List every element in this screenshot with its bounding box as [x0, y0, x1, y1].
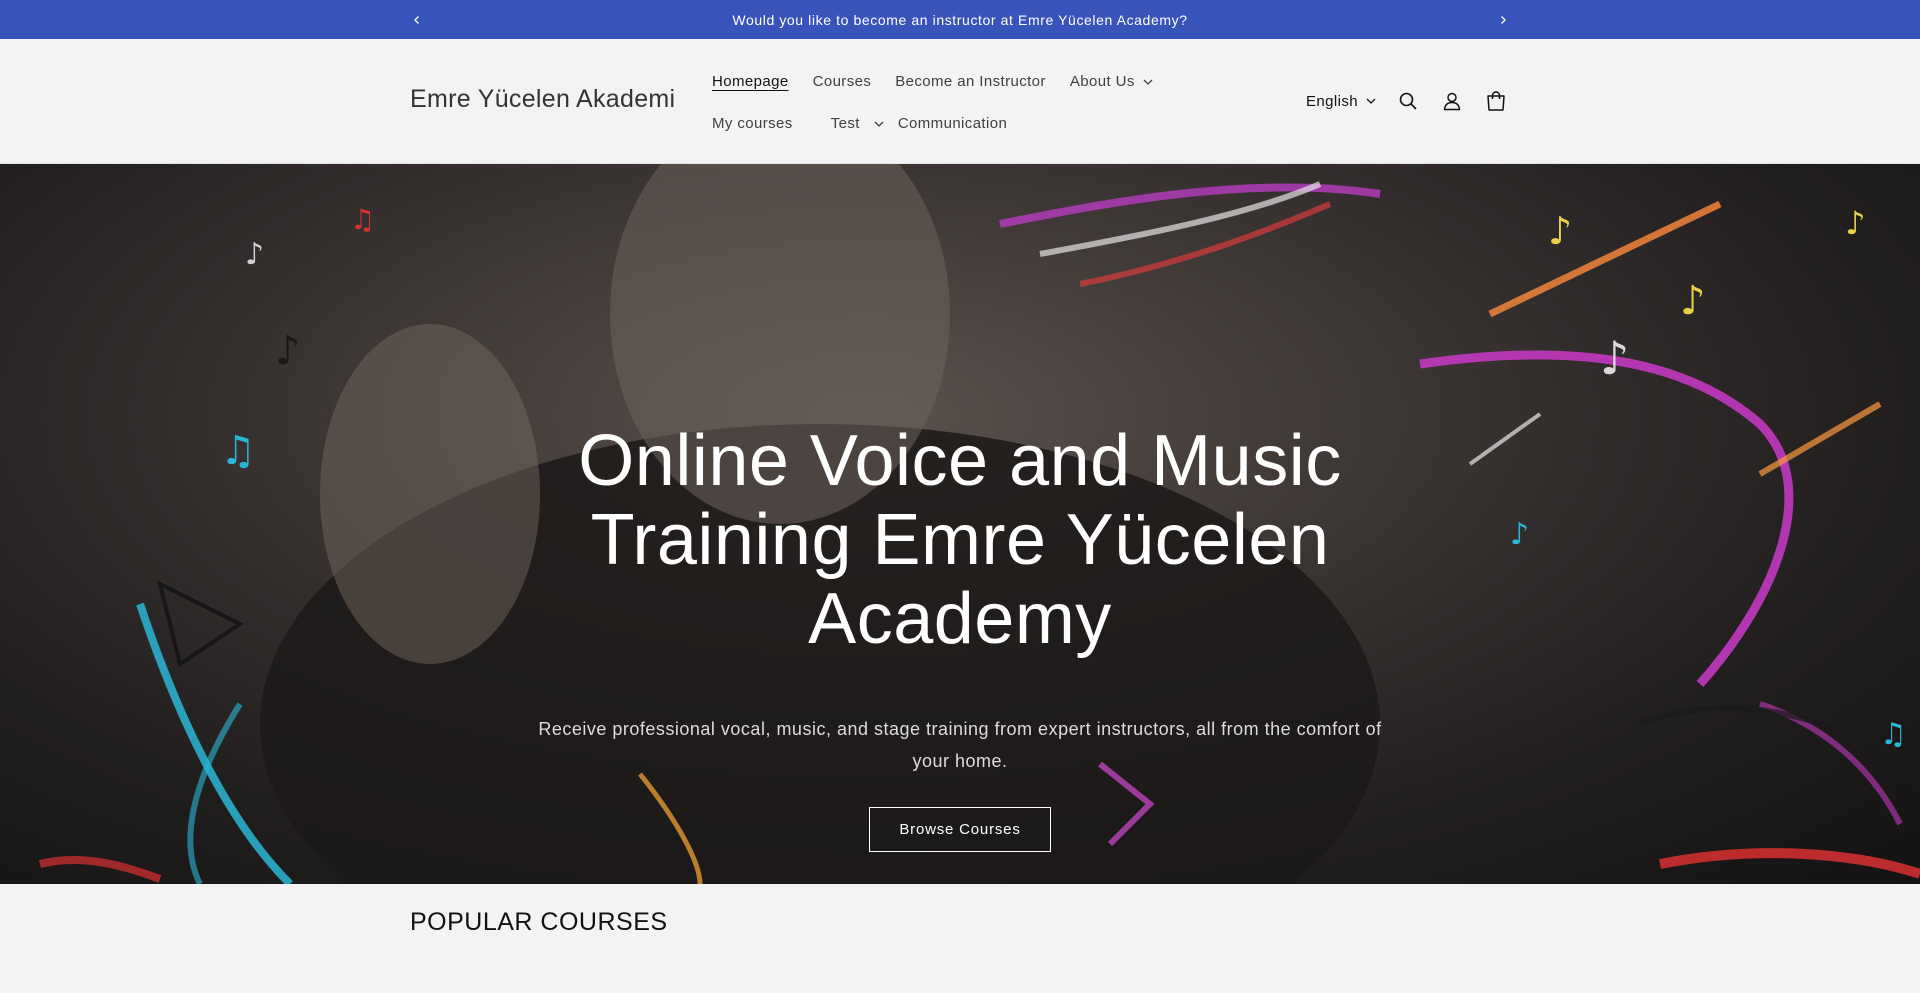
chevron-down-icon — [1143, 79, 1153, 85]
language-selector[interactable]: English — [1306, 93, 1376, 110]
nav-item-my-courses[interactable]: My courses — [712, 109, 793, 138]
nav-item-become-instructor[interactable]: Become an Instructor — [895, 67, 1046, 96]
chevron-down-icon — [874, 121, 884, 127]
announcement-bar: Would you like to become an instructor a… — [0, 0, 1920, 39]
nav-item-homepage[interactable]: Homepage — [712, 67, 789, 96]
language-label: English — [1306, 92, 1358, 110]
nav-item-about-us[interactable]: About Us — [1070, 67, 1153, 96]
nav-item-courses[interactable]: Courses — [813, 67, 872, 96]
announcement-next-button[interactable] — [1488, 0, 1518, 39]
search-icon[interactable] — [1396, 89, 1420, 113]
browse-courses-button[interactable]: Browse Courses — [869, 807, 1051, 853]
header-actions: English — [1306, 89, 1508, 113]
nav-item-test-label: Test — [830, 115, 860, 132]
announcement-text[interactable]: Would you like to become an instructor a… — [732, 12, 1187, 28]
nav-item-communication[interactable]: Communication — [898, 109, 1007, 138]
account-icon[interactable] — [1440, 89, 1464, 113]
section-heading: POPULAR COURSES — [410, 908, 668, 936]
cart-icon[interactable] — [1484, 89, 1508, 113]
chevron-down-icon — [1366, 98, 1376, 104]
main-nav-row-2: My courses Test Communication — [712, 109, 1031, 138]
main-nav-row-1: Homepage Courses Become an Instructor Ab… — [712, 67, 1177, 96]
nav-item-about-us-label: About Us — [1069, 73, 1135, 90]
chevron-right-icon — [1501, 15, 1506, 24]
hero-banner: ♫ ♪ ♪ ♪ ♪ ♪ ♪ ♪ ♫ ♫ Online Voice and Mus… — [0, 164, 1920, 884]
chevron-left-icon — [414, 15, 419, 24]
hero-content: Online Voice and Music Training Emre Yüc… — [0, 164, 1920, 884]
announcement-prev-button[interactable] — [402, 0, 432, 39]
hero-subtitle: Receive professional vocal, music, and s… — [538, 719, 1382, 772]
hero-title: Online Voice and Music Training Emre Yüc… — [578, 421, 1342, 659]
site-header: Emre Yücelen Akademi Homepage Courses Be… — [0, 39, 1920, 164]
popular-courses-section: POPULAR COURSES — [0, 884, 1920, 937]
nav-item-test[interactable]: Test — [831, 109, 884, 138]
site-logo[interactable]: Emre Yücelen Akademi — [410, 85, 675, 114]
